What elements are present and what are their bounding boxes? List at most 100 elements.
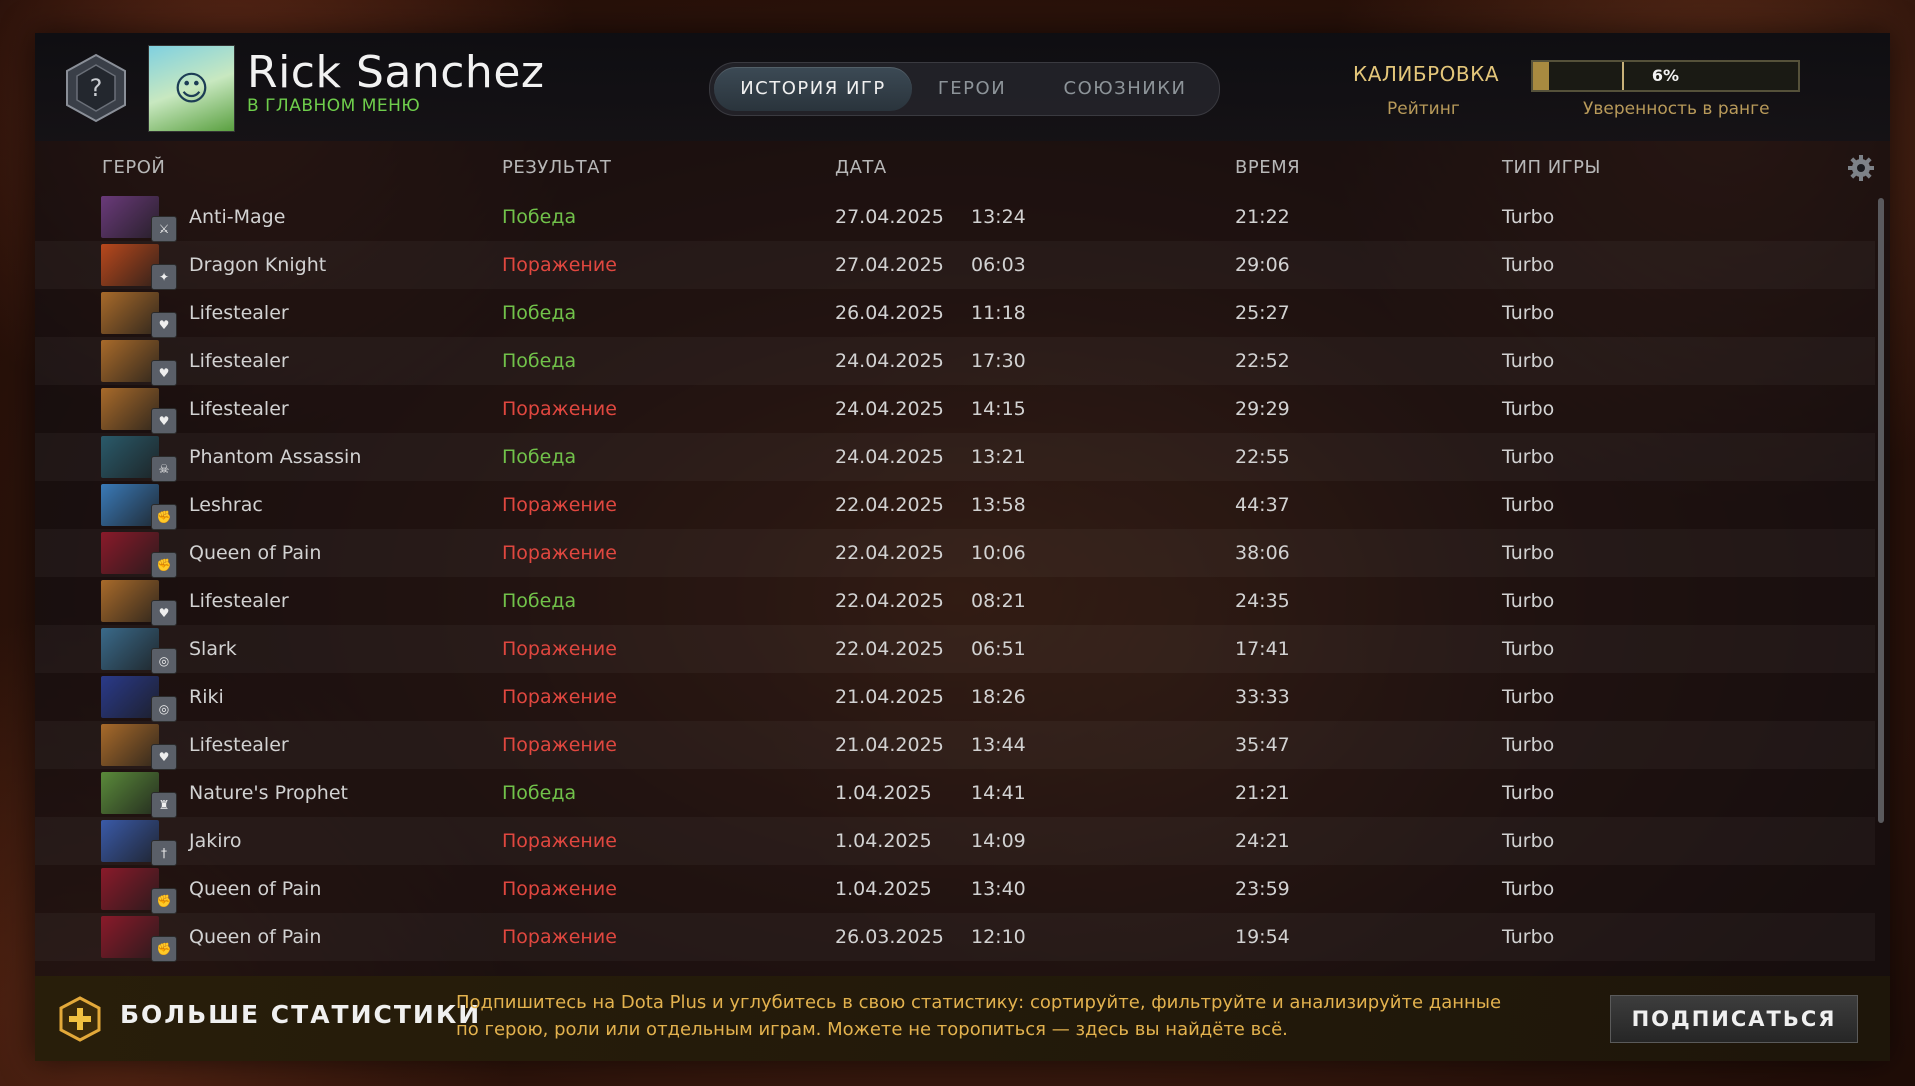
hero-name: Leshrac <box>189 494 263 516</box>
hero-name: Lifestealer <box>189 734 289 756</box>
column-header-result[interactable]: РЕЗУЛЬТАТ <box>502 157 611 178</box>
game-type: Turbo <box>1502 782 1555 804</box>
match-duration: 22:52 <box>1235 350 1290 372</box>
match-row[interactable]: ◎ Riki Поражение 21.04.2025 18:26 33:33 Turbo <box>35 673 1875 722</box>
match-result: Поражение <box>502 878 617 900</box>
swirl-icon: ◎ <box>151 696 177 722</box>
match-date: 24.04.2025 <box>835 446 944 468</box>
game-type: Turbo <box>1502 350 1555 372</box>
column-header-duration[interactable]: ВРЕМЯ <box>1235 157 1300 178</box>
player-name[interactable]: Rick Sanchez <box>247 47 544 98</box>
match-row[interactable]: ☠ Phantom Assassin Победа 24.04.2025 13:21 22… <box>35 433 1875 482</box>
hero-name: Lifestealer <box>189 302 289 324</box>
avatar[interactable]: ☺ <box>148 45 235 132</box>
profile-header: ? ☺ Rick Sanchez В ГЛАВНОМ МЕНЮ ИСТОРИЯ … <box>35 33 1890 141</box>
subscribe-button[interactable]: ПОДПИСАТЬСЯ <box>1610 995 1858 1043</box>
tab-heroes[interactable]: ГЕРОИ <box>922 67 1022 111</box>
match-row[interactable]: ✊ Queen of Pain Поражение 1.04.2025 13:40 23:… <box>35 865 1875 914</box>
match-start-time: 14:09 <box>971 830 1026 852</box>
agility-icon: ⚔ <box>151 216 177 242</box>
match-result: Поражение <box>502 494 617 516</box>
heart-icon: ♥ <box>151 312 177 338</box>
match-duration: 35:47 <box>1235 734 1290 756</box>
game-type: Turbo <box>1502 638 1555 660</box>
hero-name: Lifestealer <box>189 398 289 420</box>
game-type: Turbo <box>1502 542 1555 564</box>
hero-name: Jakiro <box>189 830 242 852</box>
match-row[interactable]: ♜ Nature's Prophet Победа 1.04.2025 14:41 21:… <box>35 769 1875 818</box>
match-row[interactable]: ✦ Dragon Knight Поражение 27.04.2025 06:03 29… <box>35 241 1875 290</box>
match-row[interactable]: ✊ Leshrac Поражение 22.04.2025 13:58 44:37 Tur… <box>35 481 1875 530</box>
scrollbar[interactable] <box>1878 198 1884 823</box>
match-result: Поражение <box>502 686 617 708</box>
match-row[interactable]: ♥ Lifestealer Победа 22.04.2025 08:21 24:35 Tu… <box>35 577 1875 626</box>
match-date: 24.04.2025 <box>835 398 944 420</box>
heart-icon: ♥ <box>151 744 177 770</box>
match-start-time: 13:40 <box>971 878 1026 900</box>
match-date: 22.04.2025 <box>835 542 944 564</box>
rank-confidence-bar: 6% <box>1531 60 1800 92</box>
match-row[interactable]: ✊ Queen of Pain Поражение 26.03.2025 12:10 19… <box>35 913 1875 962</box>
game-type: Turbo <box>1502 830 1555 852</box>
match-duration: 24:35 <box>1235 590 1290 612</box>
match-row[interactable]: ⚔ Anti-Mage Победа 27.04.2025 13:24 21:22 Turb… <box>35 193 1875 242</box>
match-date: 1.04.2025 <box>835 782 932 804</box>
game-type: Turbo <box>1502 494 1555 516</box>
fist-icon: ✊ <box>151 552 177 578</box>
match-start-time: 18:26 <box>971 686 1026 708</box>
fist-icon: ✊ <box>151 504 177 530</box>
match-result: Победа <box>502 206 577 228</box>
match-result: Победа <box>502 302 577 324</box>
match-result: Поражение <box>502 254 617 276</box>
match-row[interactable]: ♥ Lifestealer Победа 24.04.2025 17:30 22:52 Tu… <box>35 337 1875 386</box>
match-duration: 22:55 <box>1235 446 1290 468</box>
dota-plus-icon <box>59 996 101 1042</box>
match-start-time: 13:58 <box>971 494 1026 516</box>
match-row[interactable]: ♥ Lifestealer Поражение 21.04.2025 13:44 35:4… <box>35 721 1875 770</box>
match-result: Поражение <box>502 398 617 420</box>
more-stats-title: БОЛЬШЕ СТАТИСТИКИ <box>120 1000 482 1029</box>
game-type: Turbo <box>1502 206 1555 228</box>
hero-name: Anti-Mage <box>189 206 286 228</box>
match-row[interactable]: ♥ Lifestealer Победа 26.04.2025 11:18 25:27 Tu… <box>35 289 1875 338</box>
match-start-time: 11:18 <box>971 302 1026 324</box>
column-header-date[interactable]: ДАТА <box>835 157 887 178</box>
hero-name: Dragon Knight <box>189 254 327 276</box>
match-date: 22.04.2025 <box>835 638 944 660</box>
match-duration: 33:33 <box>1235 686 1290 708</box>
match-duration: 24:21 <box>1235 830 1290 852</box>
match-date: 1.04.2025 <box>835 878 932 900</box>
svg-text:?: ? <box>90 74 103 102</box>
game-type: Turbo <box>1502 590 1555 612</box>
heart-icon: ♥ <box>151 360 177 386</box>
match-row[interactable]: ✊ Queen of Pain Поражение 22.04.2025 10:06 38… <box>35 529 1875 578</box>
match-start-time: 06:03 <box>971 254 1026 276</box>
fist-icon: ✊ <box>151 936 177 962</box>
rank-medal-icon[interactable]: ? <box>63 51 129 125</box>
match-date: 27.04.2025 <box>835 254 944 276</box>
match-result: Поражение <box>502 542 617 564</box>
game-type: Turbo <box>1502 302 1555 324</box>
tab-allies[interactable]: СОЮЗНИКИ <box>1040 67 1210 111</box>
match-row[interactable]: ◎ Slark Поражение 22.04.2025 06:51 17:41 Turbo <box>35 625 1875 674</box>
match-start-time: 08:21 <box>971 590 1026 612</box>
match-duration: 23:59 <box>1235 878 1290 900</box>
promo-text: Подпишитесь на Dota Plus и углубитесь в … <box>456 992 1502 1040</box>
match-duration: 29:29 <box>1235 398 1290 420</box>
tower-icon: ♜ <box>151 792 177 818</box>
match-start-time: 13:44 <box>971 734 1026 756</box>
match-date: 27.04.2025 <box>835 206 944 228</box>
match-history-panel: ? ☺ Rick Sanchez В ГЛАВНОМ МЕНЮ ИСТОРИЯ … <box>35 33 1890 1061</box>
column-header-game-type[interactable]: ТИП ИГРЫ <box>1502 157 1601 178</box>
game-type: Turbo <box>1502 734 1555 756</box>
match-result: Поражение <box>502 734 617 756</box>
match-start-time: 13:21 <box>971 446 1026 468</box>
column-header-hero[interactable]: ГЕРОЙ <box>102 157 165 178</box>
match-result: Поражение <box>502 638 617 660</box>
match-row[interactable]: † Jakiro Поражение 1.04.2025 14:09 24:21 Turbo <box>35 817 1875 866</box>
tab-match-history[interactable]: ИСТОРИЯ ИГР <box>714 67 912 111</box>
match-row[interactable]: ♥ Lifestealer Поражение 24.04.2025 14:15 29:2… <box>35 385 1875 434</box>
match-duration: 44:37 <box>1235 494 1290 516</box>
gear-icon[interactable] <box>1846 153 1876 183</box>
match-start-time: 14:15 <box>971 398 1026 420</box>
